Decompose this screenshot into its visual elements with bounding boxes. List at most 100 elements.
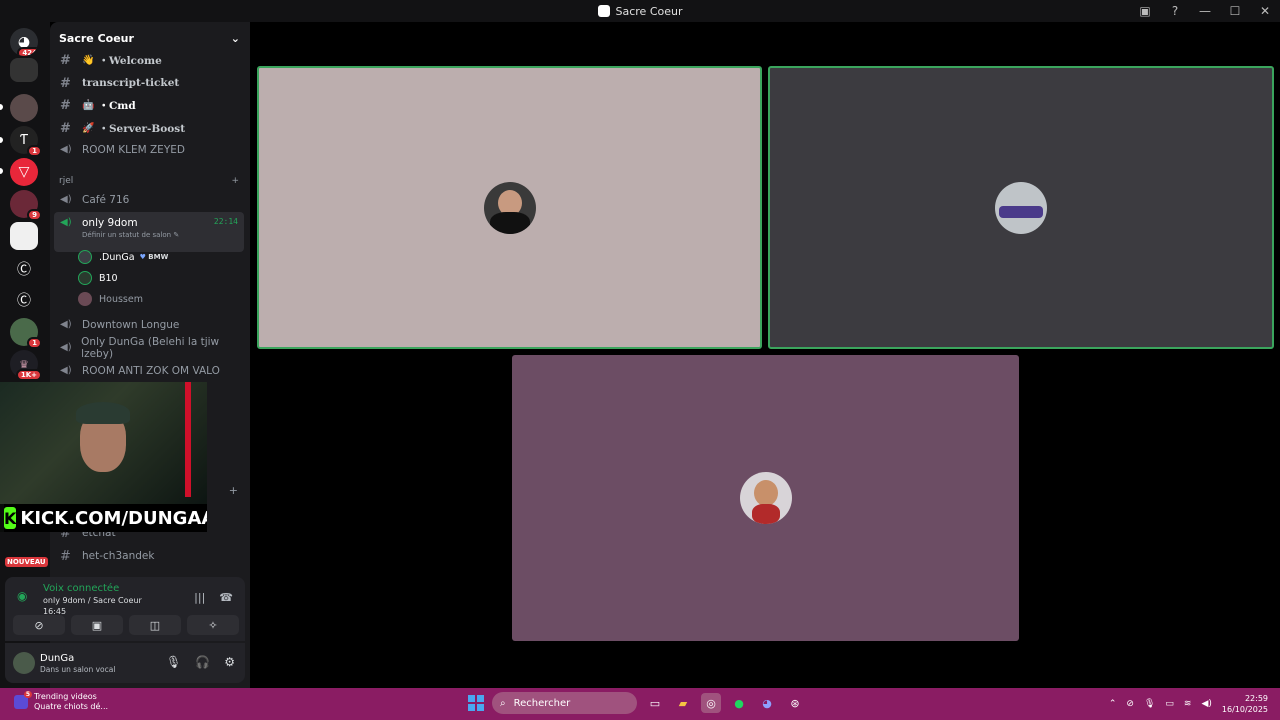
channel-label: ・Welcome	[98, 54, 162, 67]
speaker-icon: ◀)	[60, 319, 72, 330]
server-icon[interactable]	[10, 94, 38, 122]
channel-label: Downtown Longue	[82, 319, 180, 331]
server-icon[interactable]	[10, 58, 38, 82]
clock[interactable]: 22:59 16/10/2025	[1222, 693, 1268, 715]
headphones-icon[interactable]: 🎧	[195, 655, 210, 669]
help-icon[interactable]: ?	[1160, 4, 1190, 18]
discord-home-icon[interactable]: ◕ 424	[10, 28, 38, 56]
channel-room-anti-zok[interactable]: ◀) ROOM ANTI ZOK OM VALO	[54, 360, 244, 382]
video-tile[interactable]	[257, 66, 762, 349]
minimize-button[interactable]: —	[1190, 4, 1220, 18]
server-icon[interactable]: Ⓒ	[10, 286, 38, 314]
channel-server-boost[interactable]: # 🚀 ・Server-Boost	[54, 117, 244, 139]
voice-member[interactable]: .DunGa ♥ BMW	[78, 250, 168, 264]
server-icon[interactable]: ♛ 1K+	[10, 350, 42, 381]
member-name: Houssem	[99, 293, 143, 305]
steam-icon[interactable]: ⊛	[785, 693, 805, 713]
channel-het-ch3andek[interactable]: # het-ch3andek	[54, 545, 244, 567]
kick-banner: K KICK.COM/DUNGAA	[4, 504, 207, 532]
speaker-icon: ◀)	[60, 144, 72, 155]
volume-icon[interactable]: ◀)	[1201, 699, 1211, 709]
voice-location[interactable]: only 9dom / Sacre Coeur	[43, 596, 142, 605]
noise-suppression-icon[interactable]: |||	[194, 591, 205, 604]
server-icon[interactable]: ▽	[10, 158, 38, 186]
channel-cmd[interactable]: # 🤖 ・Cmd	[54, 94, 244, 116]
video-tile[interactable]	[512, 355, 1019, 641]
gear-icon[interactable]: ⚙	[224, 655, 235, 669]
file-explorer-icon[interactable]: ▰	[673, 693, 693, 713]
channel-status[interactable]: Définir un statut de salon	[82, 231, 171, 239]
kick-url: KICK.COM/DUNGAA	[20, 507, 207, 529]
task-view-icon[interactable]: ▭	[645, 693, 665, 713]
disconnect-icon[interactable]: ☎	[219, 591, 233, 604]
soundboard-button[interactable]: ✧	[187, 615, 239, 635]
server-icon[interactable]: Ⓒ	[10, 255, 38, 283]
activity-button[interactable]: ◫	[129, 615, 181, 635]
category-header[interactable]: rjel +	[59, 176, 239, 186]
widgets-icon: 5	[14, 691, 32, 709]
server-icon[interactable]	[10, 222, 38, 250]
user-panel: DunGa Dans un salon vocal 🎙 🎧 ⚙	[5, 643, 245, 683]
server-icon[interactable]: 1	[10, 318, 42, 349]
channel-welcome[interactable]: # 👋 ・Welcome	[54, 49, 244, 71]
chevron-up-icon[interactable]: ⌃	[1109, 699, 1117, 709]
camera-off-button[interactable]: ⊘	[13, 615, 65, 635]
voice-member[interactable]: Houssem	[78, 292, 143, 306]
channel-label: transcript-ticket	[82, 77, 180, 89]
server-badge: 1	[27, 145, 42, 157]
taskbar-search[interactable]: ⌕ Rechercher	[492, 692, 637, 714]
screen-share-button[interactable]: ▣	[71, 615, 123, 635]
channel-room-klem-zeyed[interactable]: ◀) ROOM KLEM ZEYED	[54, 139, 244, 161]
user-status: Dans un salon vocal	[40, 665, 116, 674]
member-tag: ♥ BMW	[140, 253, 169, 261]
clock-time: 22:59	[1244, 694, 1268, 703]
close-button[interactable]: ✕	[1250, 4, 1280, 18]
display-icon[interactable]: ▭	[1165, 699, 1174, 709]
wifi-icon[interactable]: ≋	[1184, 699, 1192, 709]
avatar[interactable]	[13, 652, 35, 674]
network-off-icon[interactable]: ⊘	[1126, 699, 1134, 709]
start-button[interactable]	[468, 695, 484, 711]
channel-label: only 9dom	[82, 217, 138, 229]
chrome-icon[interactable]: ◎	[701, 693, 721, 713]
window-title: Sacre Coeur	[615, 4, 683, 18]
discord-icon[interactable]: ◕	[757, 693, 777, 713]
add-channel-icon[interactable]: +	[229, 484, 238, 497]
user-name[interactable]: DunGa	[40, 653, 74, 664]
spotify-icon[interactable]: ●	[729, 693, 749, 713]
microphone-icon[interactable]: 🎙	[166, 655, 181, 669]
signal-icon[interactable]: ◉	[17, 589, 33, 605]
add-channel-icon[interactable]: +	[231, 176, 239, 186]
news-widget[interactable]: 5 Trending videos Quatre chiots dé...	[14, 691, 108, 712]
windows-taskbar: 5 Trending videos Quatre chiots dé... ⌕ Re…	[0, 688, 1280, 720]
voice-status[interactable]: Voix connectée	[43, 583, 142, 594]
channel-only-dunga[interactable]: ◀) Only DunGa (Belehi la tjiw lzeby)	[54, 336, 244, 360]
channel-only-9dom[interactable]: ◀) only 9dom 22:14 Définir un statut de …	[54, 212, 244, 252]
kick-logo-icon: K	[4, 507, 17, 529]
channel-transcript-ticket[interactable]: # transcript-ticket	[54, 72, 244, 94]
channel-label: ROOM KLEM ZEYED	[82, 144, 185, 156]
category-name: rjel	[59, 176, 74, 186]
new-badge: NOUVEAU	[5, 557, 48, 567]
member-name: .DunGa	[99, 251, 135, 263]
speaker-icon: ◀)	[60, 217, 72, 228]
clock-date: 16/10/2025	[1221, 705, 1268, 714]
voice-member[interactable]: B10	[78, 271, 118, 285]
microphone-icon[interactable]: 🎙	[1144, 699, 1155, 709]
channel-cafe-716[interactable]: ◀) Café 716	[54, 189, 244, 211]
server-icon[interactable]: 9	[10, 190, 42, 221]
webcam-overlay: K KICK.COM/DUNGAA	[0, 382, 207, 532]
red-light	[185, 382, 191, 497]
member-name: B10	[99, 272, 118, 284]
pencil-icon[interactable]: ✎	[173, 231, 179, 239]
channel-label: het-ch3andek	[82, 550, 155, 562]
avatar	[995, 181, 1047, 234]
server-badge: 1	[27, 337, 42, 349]
maximize-button[interactable]: ☐	[1220, 4, 1250, 18]
video-tile[interactable]	[768, 66, 1274, 349]
server-icon[interactable]: Ƭ1	[10, 126, 42, 157]
tag-label: BMW	[148, 253, 169, 261]
hash-icon: #	[60, 548, 71, 564]
channel-downtown-longue[interactable]: ◀) Downtown Longue	[54, 314, 244, 336]
inbox-icon[interactable]: ▣	[1130, 4, 1160, 18]
